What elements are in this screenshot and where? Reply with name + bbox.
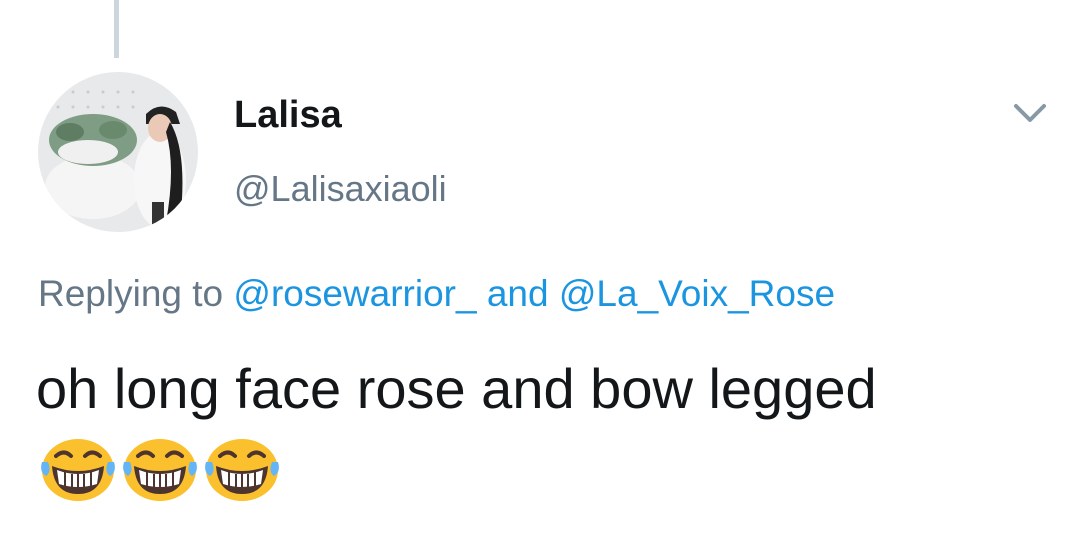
avatar-photo <box>38 72 198 232</box>
tears-of-joy-emoji-icon <box>38 432 118 502</box>
author-handle[interactable]: @Lalisaxiaoli <box>234 167 447 211</box>
chevron-down-icon[interactable] <box>1010 98 1050 128</box>
author-display-name[interactable]: Lalisa <box>234 93 342 137</box>
reply-prefix: Replying to <box>38 273 224 314</box>
reply-conjunction[interactable]: and <box>487 273 549 314</box>
reply-mention-link[interactable]: @La_Voix_Rose <box>559 273 835 314</box>
tears-of-joy-emoji-icon <box>120 432 200 502</box>
avatar[interactable] <box>38 72 198 232</box>
reply-context: Replying to @rosewarrior_ and @La_Voix_R… <box>38 270 835 318</box>
reply-mention-link[interactable]: @rosewarrior_ <box>233 273 476 314</box>
emoji-row <box>38 432 282 502</box>
tweet-text: oh long face rose and bow legged <box>36 357 877 420</box>
tears-of-joy-emoji-icon <box>202 432 282 502</box>
thread-connector-line <box>114 0 119 58</box>
